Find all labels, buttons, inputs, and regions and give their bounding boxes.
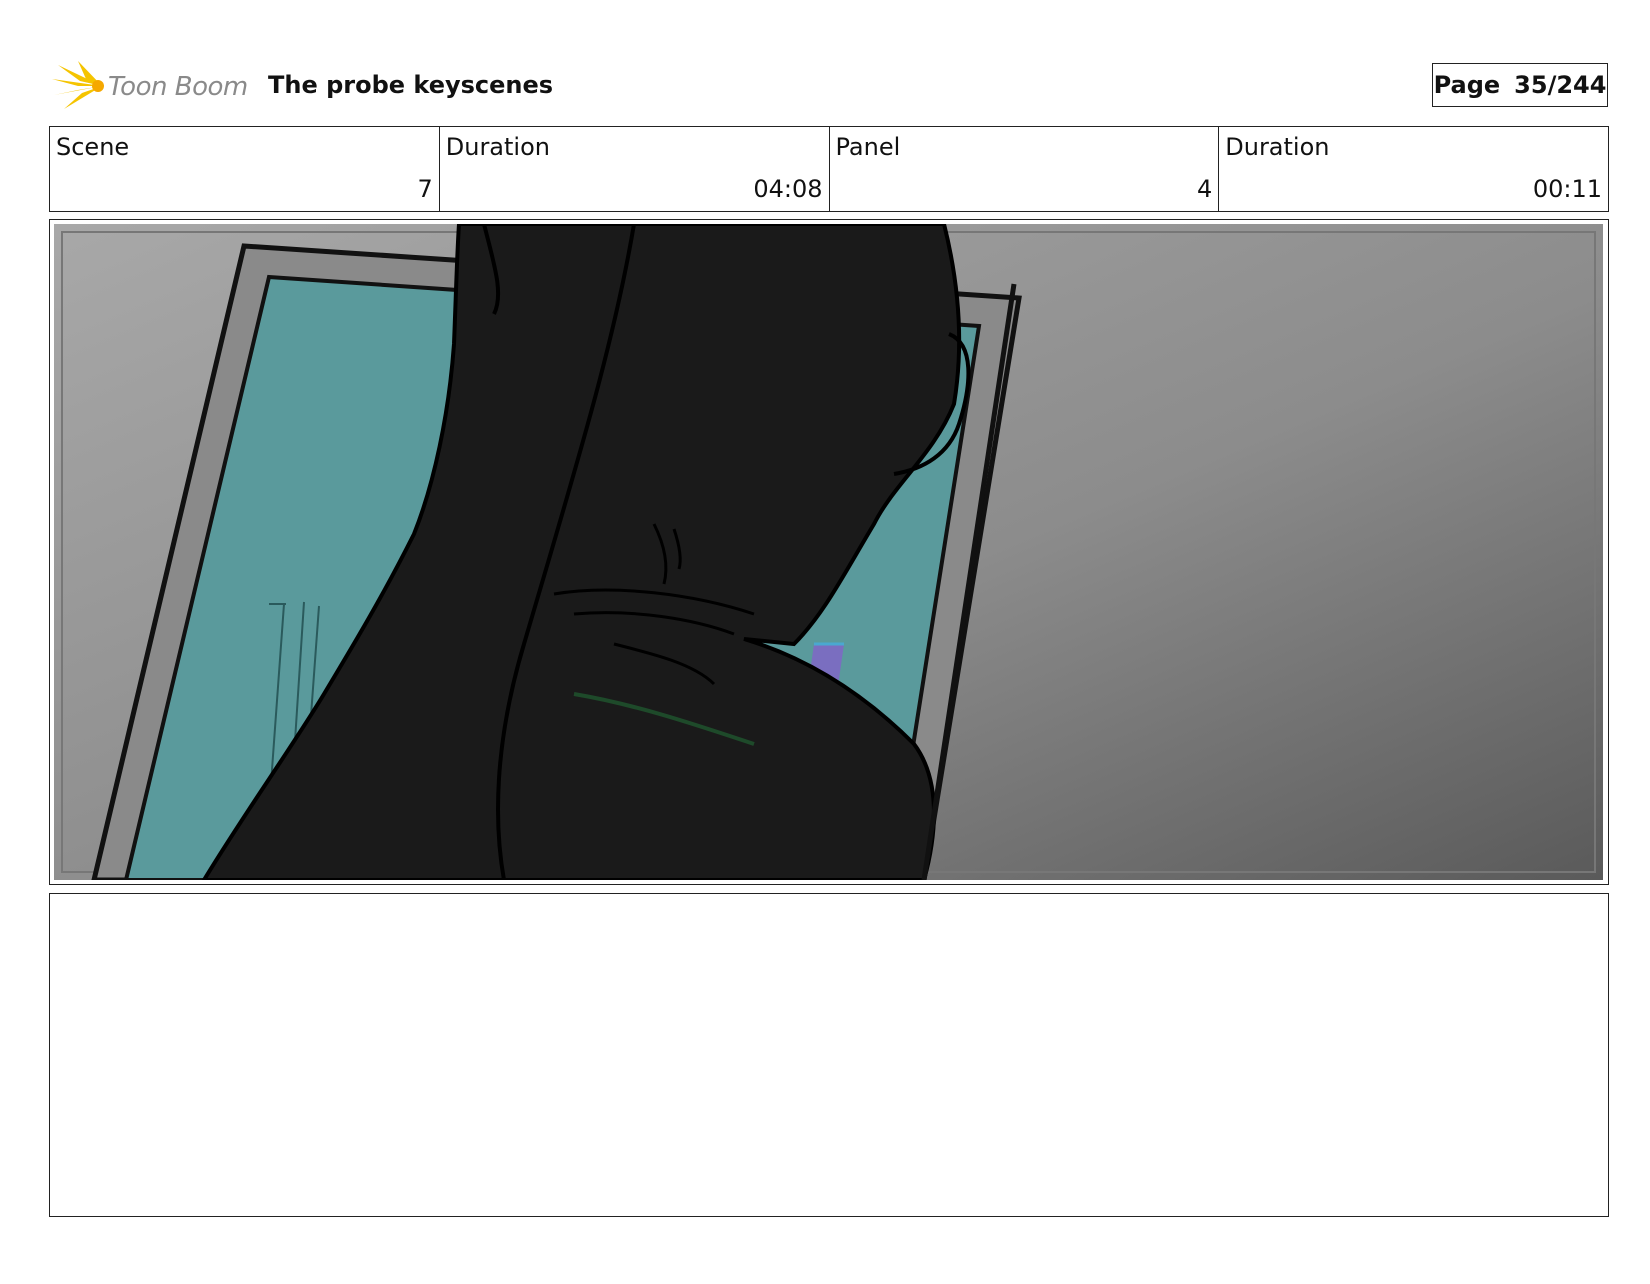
scene-label: Scene <box>56 133 130 161</box>
storyboard-drawing <box>54 224 1603 880</box>
logo-text: Toon Boom <box>108 72 248 102</box>
page-number: 35/244 <box>1514 71 1607 99</box>
page-indicator: Page 35/244 <box>1432 63 1608 107</box>
panel-notes-box <box>49 893 1609 1217</box>
scene-duration-value: 04:08 <box>753 175 823 203</box>
scene-cell: Scene 7 <box>50 127 440 211</box>
panel-value: 4 <box>1196 175 1213 203</box>
scene-value: 7 <box>417 175 433 203</box>
scene-info-table: Scene 7 Duration 04:08 Panel 4 Duration … <box>49 126 1609 212</box>
panel-duration-label: Duration <box>1225 133 1330 161</box>
scene-duration-cell: Duration 04:08 <box>440 127 830 211</box>
toon-boom-logo: Toon Boom <box>50 59 250 113</box>
panel-duration-value: 00:11 <box>1532 175 1602 203</box>
panel-label: Panel <box>835 133 901 161</box>
panel-duration-cell: Duration 00:11 <box>1219 127 1608 211</box>
storyboard-panel <box>49 219 1609 885</box>
page-label: Page <box>1433 71 1501 99</box>
scene-duration-label: Duration <box>445 133 550 161</box>
document-title: The probe keyscenes <box>268 71 554 99</box>
logo-burst-icon <box>52 61 104 109</box>
panel-cell: Panel 4 <box>830 127 1220 211</box>
page-header: Toon Boom The probe keyscenes Page 35/24… <box>50 55 1608 115</box>
